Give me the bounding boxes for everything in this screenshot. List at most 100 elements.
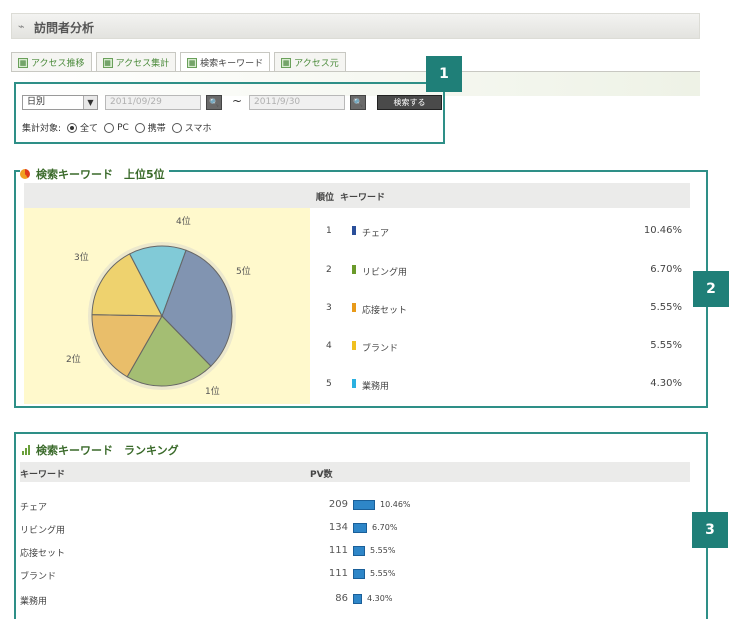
analysis-icon: ⌁: [18, 20, 25, 33]
tab-icon: ▦: [281, 57, 292, 68]
pv-count: 111: [328, 545, 348, 556]
callout-badge-3: 3: [692, 512, 728, 548]
callout-badge-2: 2: [693, 271, 729, 307]
radio-label: PC: [117, 122, 129, 133]
tab-icon: ▦: [187, 57, 198, 68]
top5-row: 1 チェア 10.46%: [310, 222, 690, 242]
period-select[interactable]: 日別 ▼: [22, 95, 98, 110]
keyword: 業務用: [362, 382, 390, 392]
tab-icon: ▦: [102, 57, 113, 68]
radio-label: 携帯: [147, 124, 166, 134]
radio-button[interactable]: [104, 122, 115, 133]
target-label: 集計対象:: [22, 124, 62, 134]
radio-smartphone[interactable]: スマホ: [171, 121, 212, 134]
tab-access-source[interactable]: ▦ アクセス元: [274, 52, 346, 72]
tab-icon: ▦: [18, 57, 28, 68]
percent: 6.70%: [650, 264, 682, 275]
date-to-input[interactable]: 2011/9/30: [249, 95, 345, 110]
radio-label: 全て: [80, 124, 99, 134]
legend-swatch: [352, 303, 356, 312]
percent: 4.30%: [650, 378, 682, 389]
pie-chart-area: [24, 208, 310, 404]
callout-badge-1: 1: [426, 56, 462, 92]
pie-slices: [91, 245, 233, 387]
col-rank: 順位: [316, 193, 335, 203]
top5-row: 3 応接セット 5.55%: [310, 299, 690, 319]
pv-count: 209: [328, 499, 348, 510]
tab-access-trend[interactable]: ▦ アクセス推移: [11, 52, 92, 72]
top5-row: 2 リビング用 6.70%: [310, 261, 690, 281]
radio-mobile[interactable]: 携帯: [134, 121, 166, 134]
pv-count: 111: [328, 568, 348, 579]
tab-search-keyword[interactable]: ▦ 検索キーワード: [180, 52, 271, 72]
legend-swatch: [352, 226, 356, 235]
table-row: ブランド 111 5.55%: [20, 564, 690, 586]
top5-title: 検索キーワード 上位5位: [36, 168, 165, 181]
keyword: 業務用: [20, 597, 48, 607]
tab-label: アクセス集計: [115, 59, 170, 69]
bar-chart-icon: [22, 445, 30, 455]
legend-swatch: [352, 379, 356, 388]
pie-label-1: 1位: [205, 387, 220, 397]
radio-pc[interactable]: PC: [104, 122, 129, 133]
ranking-header: 検索キーワード ランキング: [22, 442, 179, 458]
radio-button[interactable]: [171, 122, 182, 133]
pie-label-2: 2位: [66, 355, 81, 365]
percent: 5.55%: [650, 340, 682, 351]
radio-button[interactable]: [67, 122, 78, 133]
table-row: 業務用 86 4.30%: [20, 589, 690, 611]
visitor-analysis-page: ⌁ 訪問者分析 ▦ アクセス推移 ▦ アクセス集計 ▦ 検索キーワード ▦ アク…: [0, 0, 731, 619]
table-row: 応接セット 111 5.55%: [20, 541, 690, 563]
col-keyword: キーワード: [340, 193, 386, 203]
target-radio-group: 集計対象: 全て PC 携帯 スマホ: [22, 121, 212, 134]
pv-count: 86: [335, 593, 348, 604]
calendar-icon[interactable]: 🔍: [350, 95, 366, 110]
share-bar: [353, 500, 375, 510]
rank-number: 4: [326, 341, 332, 351]
share-percent: 5.55%: [370, 569, 396, 578]
top5-header: 検索キーワード 上位5位: [20, 166, 169, 182]
calendar-icon[interactable]: 🔍: [206, 95, 222, 110]
radio-all[interactable]: 全て: [67, 121, 98, 134]
percent: 5.55%: [650, 302, 682, 313]
filter-highlight-box: [14, 82, 445, 144]
keyword: リビング用: [362, 268, 408, 278]
share-percent: 4.30%: [367, 594, 393, 603]
keyword: 応接セット: [362, 306, 408, 316]
legend-swatch: [352, 341, 356, 350]
keyword: チェア: [362, 229, 390, 239]
table-row: リビング用 134 6.70%: [20, 518, 690, 540]
rank-number: 1: [326, 226, 332, 236]
tab-label: 検索キーワード: [200, 59, 264, 69]
share-bar: [353, 546, 365, 556]
top5-row: 5 業務用 4.30%: [310, 375, 690, 395]
legend-swatch: [352, 265, 356, 274]
share-percent: 6.70%: [372, 523, 398, 532]
rank-number: 2: [326, 265, 332, 275]
share-bar: [353, 569, 365, 579]
date-range-separator: ~: [232, 94, 243, 108]
keyword: リビング用: [20, 526, 66, 536]
page-title: 訪問者分析: [34, 21, 95, 35]
tab-label: アクセス元: [294, 59, 339, 69]
keyword: チェア: [20, 503, 48, 513]
tab-access-summary[interactable]: ▦ アクセス集計: [95, 52, 177, 72]
header-bar: ⌁ 訪問者分析: [11, 13, 700, 39]
pie-label-4: 4位: [176, 217, 191, 227]
col-keyword: キーワード: [20, 470, 66, 480]
top5-row: 4 ブランド 5.55%: [310, 337, 690, 357]
tab-label: アクセス推移: [31, 59, 85, 69]
radio-button[interactable]: [134, 122, 145, 133]
share-bar: [353, 594, 362, 604]
keyword: ブランド: [20, 572, 57, 582]
tab-bar: ▦ アクセス推移 ▦ アクセス集計 ▦ 検索キーワード ▦ アクセス元: [11, 52, 346, 72]
pie-label-3: 3位: [74, 253, 89, 263]
search-button[interactable]: 検索する: [377, 95, 442, 110]
pie-header-strip: [24, 183, 310, 208]
date-from-input[interactable]: 2011/09/29: [105, 95, 201, 110]
chevron-down-icon: ▼: [83, 96, 97, 109]
rank-number: 5: [326, 379, 332, 389]
search-button-label: 検索する: [393, 98, 426, 107]
top5-table-header: 順位 キーワード: [310, 183, 690, 208]
share-percent: 10.46%: [380, 500, 411, 509]
